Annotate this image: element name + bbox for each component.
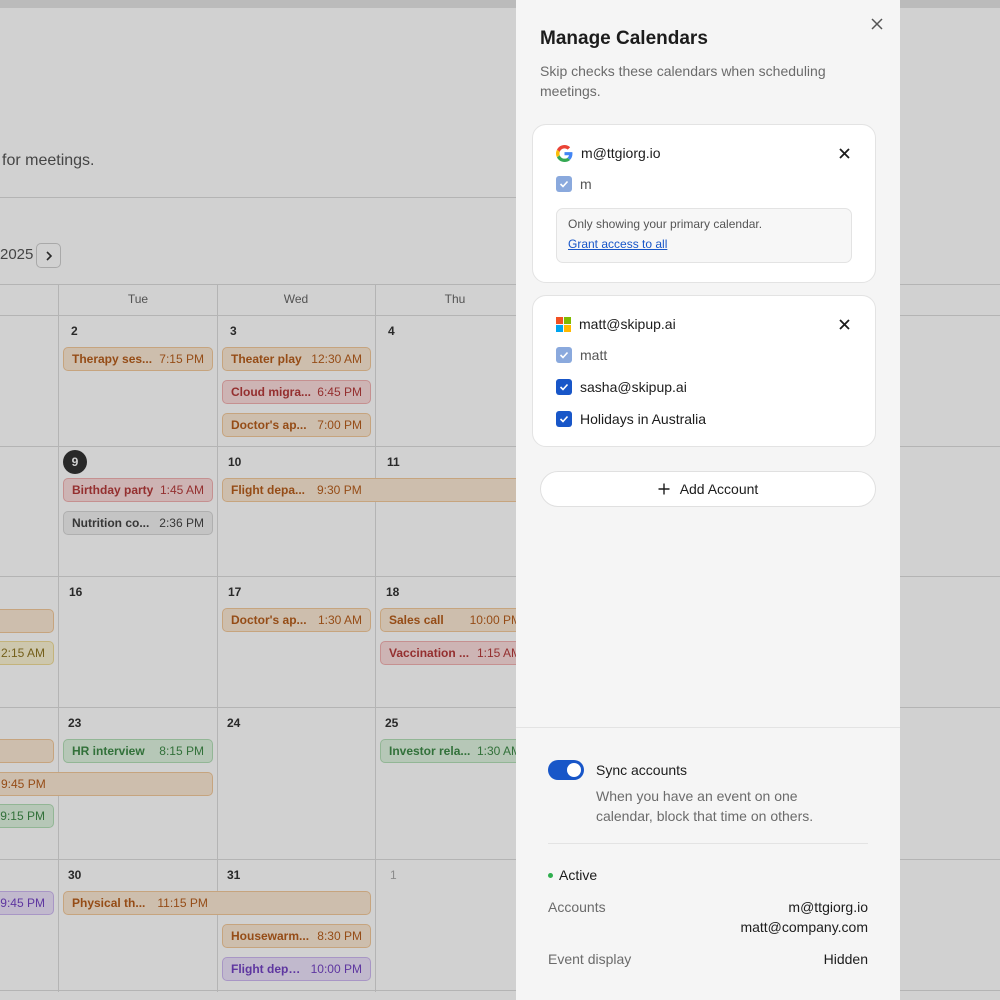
notice-text: Only showing your primary calendar. xyxy=(568,217,763,231)
panel-title: Manage Calendars xyxy=(540,28,708,49)
check-icon xyxy=(559,383,569,391)
calendar-row: matt xyxy=(556,346,607,364)
calendar-label: matt xyxy=(580,347,608,363)
add-account-button[interactable]: Add Account xyxy=(540,471,876,507)
calendar-label: sasha@skipup.ai xyxy=(580,379,687,395)
remove-account-button[interactable] xyxy=(836,316,852,332)
close-icon xyxy=(838,147,850,159)
account-email: m@ttgiorg.io xyxy=(581,145,661,161)
grant-access-link[interactable]: Grant access to all xyxy=(568,237,667,251)
sync-title: Sync accounts xyxy=(596,762,688,778)
check-icon xyxy=(559,351,569,359)
calendar-checkbox[interactable] xyxy=(556,379,572,395)
close-panel-button[interactable] xyxy=(867,14,887,34)
add-account-label: Add Account xyxy=(679,481,759,497)
synced-account: matt@company.com xyxy=(740,919,868,935)
calendar-label: Holidays in Australia xyxy=(580,411,707,427)
status-label: Active xyxy=(559,867,598,883)
manage-calendars-panel: Manage Calendars Skip checks these calen… xyxy=(516,0,900,1000)
calendar-checkbox[interactable] xyxy=(556,411,572,427)
account-header: m@ttgiorg.io xyxy=(556,143,852,163)
remove-account-button[interactable] xyxy=(836,145,852,161)
synced-account: m@ttgiorg.io xyxy=(788,899,868,915)
sync-section: Sync accounts When you have an event on … xyxy=(516,727,900,1000)
account-card-google: m@ttgiorg.io m Only showing your primary… xyxy=(532,124,876,283)
calendar-checkbox-locked xyxy=(556,176,572,192)
calendar-label: m xyxy=(580,176,592,192)
check-icon xyxy=(559,415,569,423)
panel-description: Skip checks these calendars when schedul… xyxy=(540,63,826,99)
accounts-label: Accounts xyxy=(548,899,606,915)
account-email: matt@skipup.ai xyxy=(579,316,676,332)
primary-calendar-notice: Only showing your primary calendar. Gran… xyxy=(556,208,852,263)
calendar-checkbox-locked xyxy=(556,347,572,363)
google-icon xyxy=(556,144,573,162)
event-display-label: Event display xyxy=(548,951,632,967)
close-icon xyxy=(871,18,883,30)
check-icon xyxy=(559,180,569,188)
toggle-knob xyxy=(567,763,581,777)
account-header: matt@skipup.ai xyxy=(556,314,852,334)
sync-accounts-toggle[interactable] xyxy=(548,760,584,780)
accounts-values: m@ttgiorg.io matt@company.com xyxy=(740,897,868,937)
calendar-row[interactable]: sasha@skipup.ai xyxy=(556,378,687,396)
calendar-row: m xyxy=(556,175,592,193)
sync-status: Active xyxy=(548,867,597,883)
microsoft-icon xyxy=(556,316,571,332)
divider xyxy=(548,843,868,844)
event-display-value[interactable]: Hidden xyxy=(824,949,868,969)
plus-icon xyxy=(658,483,670,495)
calendar-row[interactable]: Holidays in Australia xyxy=(556,410,706,428)
status-dot-icon xyxy=(548,872,553,878)
account-card-microsoft: matt@skipup.ai matt sasha@skipup.ai Holi… xyxy=(532,295,876,447)
close-icon xyxy=(838,318,850,330)
sync-description: When you have an event on one calendar, … xyxy=(596,788,814,824)
